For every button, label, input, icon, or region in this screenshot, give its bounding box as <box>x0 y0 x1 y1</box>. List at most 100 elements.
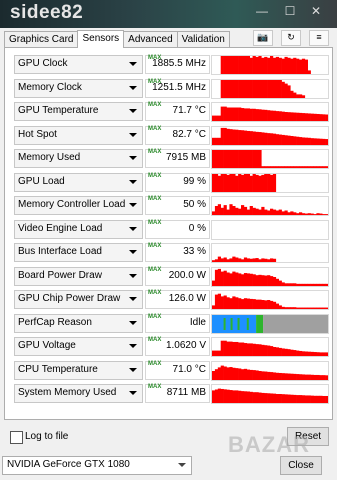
sensor-value: 82.7 °C <box>172 128 206 140</box>
graph-bar <box>232 296 236 309</box>
graph-bar <box>316 138 320 145</box>
close-button[interactable]: Close <box>280 456 322 475</box>
graph-bar <box>322 352 326 356</box>
graph-bar <box>220 56 224 74</box>
graph-bar <box>252 207 256 215</box>
graph-bar <box>241 174 245 192</box>
log-to-file-checkbox[interactable] <box>10 431 23 444</box>
sensor-graph-svg <box>212 127 328 145</box>
graph-bar <box>258 370 262 380</box>
sensor-dropdown[interactable]: GPU Voltage <box>14 337 143 356</box>
graph-bar <box>217 293 221 309</box>
graph-bar <box>232 367 236 380</box>
sensor-dropdown[interactable]: Hot Spot <box>14 125 143 145</box>
sensor-dropdown[interactable]: GPU Load <box>14 172 143 192</box>
graph-bar <box>304 113 308 121</box>
tab-sensors[interactable]: Sensors <box>77 30 125 48</box>
graph-bar <box>270 371 274 380</box>
graph-bar <box>275 133 279 145</box>
graph-bar <box>249 343 253 356</box>
graph-bar <box>258 175 262 192</box>
sensor-value-box: MAX 8711 MB <box>145 384 210 403</box>
graph-bar <box>241 259 245 262</box>
sensor-dropdown[interactable]: Memory Controller Load <box>14 196 143 215</box>
close-window-icon[interactable]: ✕ <box>306 0 326 22</box>
graph-bar <box>284 166 288 168</box>
graph-bar <box>319 352 323 356</box>
sensor-dropdown[interactable]: Memory Clock <box>14 78 143 98</box>
minimize-icon[interactable]: — <box>252 0 272 22</box>
graph-bar <box>316 213 320 215</box>
title-bar: sidee82 — ☐ ✕ <box>0 0 337 28</box>
graph-bar <box>226 341 230 356</box>
tab-graphics-card[interactable]: Graphics Card <box>4 31 79 47</box>
graph-bar <box>290 373 294 380</box>
sensor-dropdown[interactable]: Video Engine Load <box>14 219 143 239</box>
graph-bar <box>313 166 317 168</box>
graph-bar <box>212 137 216 145</box>
refresh-icon[interactable]: ↻ <box>281 30 301 46</box>
max-badge: MAX <box>148 125 162 132</box>
graph-bar <box>241 299 245 309</box>
tab-advanced[interactable]: Advanced <box>123 31 178 47</box>
sensor-dropdown[interactable]: CPU Temperature <box>14 360 143 380</box>
graph-bar <box>243 108 248 121</box>
graph-bar <box>249 298 253 309</box>
perfcap-segment <box>263 314 328 333</box>
graph-bar <box>238 390 242 403</box>
graph-bar <box>255 299 259 309</box>
sensor-row: Board Power Draw MAX 200.0 W <box>10 266 330 287</box>
sensor-dropdown[interactable]: GPU Temperature <box>14 102 143 121</box>
graph-bar <box>307 283 311 286</box>
camera-icon[interactable]: 📷 <box>253 30 273 46</box>
graph-bar <box>275 347 279 356</box>
sensor-dropdown[interactable]: Memory Used <box>14 149 143 168</box>
gpu-select-value: NVIDIA GeForce GTX 1080 <box>7 459 130 470</box>
sensor-dropdown[interactable]: Board Power Draw <box>14 266 143 286</box>
tab-validation[interactable]: Validation <box>176 31 230 47</box>
gpu-select[interactable]: NVIDIA GeForce GTX 1080 <box>2 456 192 475</box>
graph-bar <box>304 213 308 215</box>
graph-bar <box>275 372 279 380</box>
sensor-value: 1251.5 MHz <box>152 81 206 93</box>
graph-bar <box>232 79 236 98</box>
graph-bar <box>217 115 221 121</box>
graph-bar <box>270 166 274 168</box>
graph-bar <box>226 272 230 286</box>
sensor-graph <box>211 266 329 287</box>
graph-bar <box>212 370 216 380</box>
graph-bar <box>325 374 328 380</box>
menu-icon[interactable]: ≡ <box>309 30 329 46</box>
reset-button[interactable]: Reset <box>287 427 329 446</box>
graph-bar <box>299 373 303 380</box>
sensor-dropdown[interactable]: GPU Chip Power Draw <box>14 290 143 309</box>
graph-bar <box>243 206 248 215</box>
graph-bar <box>252 131 256 145</box>
graph-bar <box>281 306 285 309</box>
graph-bar <box>212 115 216 121</box>
graph-bar <box>278 57 282 74</box>
graph-bar <box>281 134 285 145</box>
sensor-dropdown[interactable]: System Memory Used <box>14 384 143 403</box>
sensor-dropdown[interactable]: PerfCap Reason <box>14 313 143 333</box>
max-badge: MAX <box>148 102 162 108</box>
graph-bar <box>299 395 303 403</box>
sensor-name: Hot Spot <box>18 128 57 140</box>
maximize-icon[interactable]: ☐ <box>280 0 300 22</box>
graph-bar <box>313 395 317 403</box>
graph-bar <box>310 374 314 380</box>
graph-bar <box>252 79 256 98</box>
tab-bar: Graphics Card Sensors Advanced Validatio… <box>4 30 230 48</box>
sensor-dropdown[interactable]: GPU Clock <box>14 55 143 74</box>
graph-bar <box>243 298 248 309</box>
sensor-dropdown[interactable]: Bus Interface Load <box>14 243 143 262</box>
graph-bar <box>238 258 242 262</box>
graph-bar <box>267 79 271 98</box>
graph-bar <box>261 166 265 168</box>
graph-bar <box>267 300 271 309</box>
graph-bar <box>243 257 248 262</box>
graph-bar <box>267 259 271 262</box>
graph-bar <box>249 273 253 286</box>
sensor-value: 200.0 W <box>168 269 206 281</box>
graph-bar <box>316 352 320 356</box>
